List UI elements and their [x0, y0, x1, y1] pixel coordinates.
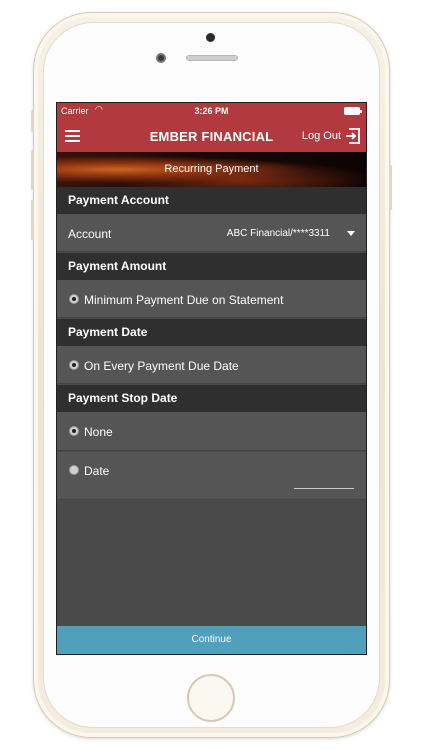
radio-selected-icon[interactable]	[69, 294, 79, 304]
continue-button[interactable]: Continue	[57, 626, 366, 654]
payment-amount-option-label: Minimum Payment Due on Statement	[84, 293, 284, 307]
payment-date-option-label: On Every Payment Due Date	[84, 359, 239, 373]
logout-icon	[346, 128, 360, 144]
date-input[interactable]	[294, 488, 354, 489]
stop-date-none-label: None	[84, 425, 113, 439]
stop-date-date-label: Date	[84, 464, 110, 478]
chevron-down-icon	[347, 231, 355, 236]
earpiece-speaker	[186, 55, 238, 61]
page-banner: Recurring Payment	[57, 152, 366, 187]
stop-date-none-option[interactable]: None	[57, 412, 366, 451]
logout-label: Log Out	[301, 130, 341, 142]
account-select[interactable]: Account ABC Financial/****3311	[57, 214, 366, 252]
nav-bar: EMBER FINANCIAL Log Out	[57, 120, 366, 152]
camera-dot	[206, 33, 215, 42]
account-value: ABC Financial/****3311	[226, 228, 330, 239]
status-time: 3:26 PM	[194, 106, 229, 116]
battery-icon	[344, 107, 362, 115]
payment-amount-option[interactable]: Minimum Payment Due on Statement	[57, 280, 366, 318]
mute-switch	[31, 110, 34, 132]
volume-up-button	[31, 150, 34, 190]
payment-stop-date-header: Payment Stop Date	[57, 385, 366, 412]
app-screen: Carrier ◠ 3:26 PM EMBER FINANCIAL Log Ou…	[56, 102, 367, 655]
payment-date-header: Payment Date	[57, 319, 366, 346]
payment-date-option[interactable]: On Every Payment Due Date	[57, 346, 366, 384]
payment-account-header: Payment Account	[57, 187, 366, 214]
volume-down-button	[31, 200, 34, 240]
power-button	[389, 165, 392, 210]
account-label: Account	[68, 227, 112, 241]
logout-button[interactable]: Log Out	[302, 126, 362, 146]
radio-selected-icon[interactable]	[69, 426, 79, 436]
page-title: Recurring Payment	[164, 163, 259, 175]
status-bar: Carrier ◠ 3:26 PM	[57, 103, 366, 120]
stop-date-date-option[interactable]: Date	[57, 452, 366, 500]
front-camera	[156, 53, 166, 63]
home-button[interactable]	[187, 674, 235, 722]
radio-unselected-icon[interactable]	[69, 465, 79, 475]
payment-amount-header: Payment Amount	[57, 253, 366, 280]
radio-selected-icon[interactable]	[69, 360, 79, 370]
